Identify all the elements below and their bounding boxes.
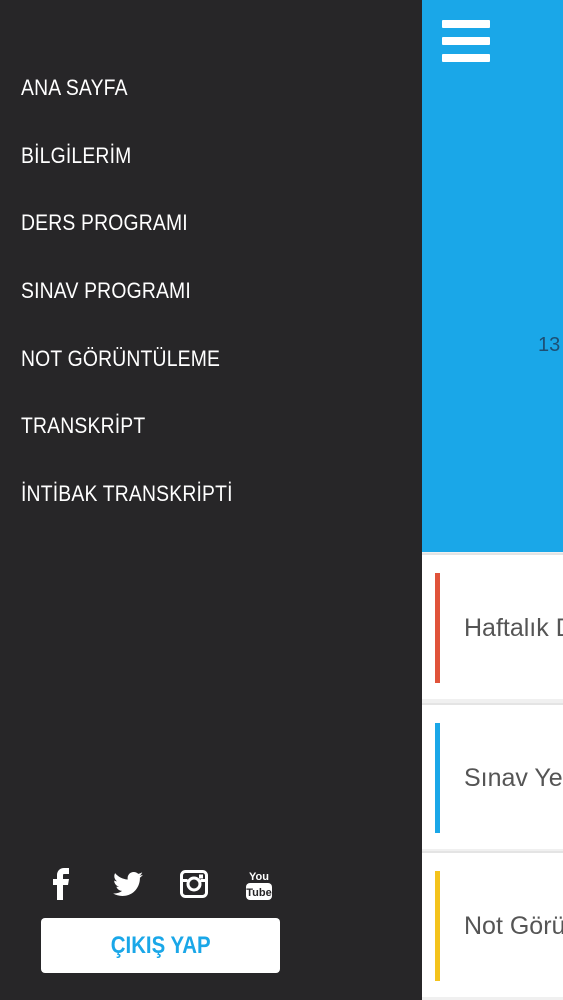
- card-accent-bar: [435, 723, 440, 833]
- logout-button-label: ÇIKIŞ YAP: [110, 931, 211, 959]
- twitter-icon[interactable]: [112, 864, 144, 904]
- card-label: Haftalık De: [464, 614, 563, 642]
- menu-item-grades[interactable]: NOT GÖRÜNTÜLEME: [21, 341, 233, 409]
- menu-item-course-schedule[interactable]: DERS PROGRAMI: [21, 205, 233, 273]
- menu-item-transcript[interactable]: TRANSKRİPT: [21, 408, 233, 476]
- card-exam-location[interactable]: Sınav Yeri: [422, 703, 563, 849]
- instagram-icon[interactable]: [179, 864, 209, 904]
- social-links: You Tube: [44, 864, 284, 904]
- hamburger-menu-icon[interactable]: [442, 20, 490, 62]
- card-accent-bar: [435, 871, 440, 981]
- card-label: Not Görün: [464, 912, 563, 940]
- hamburger-line: [442, 20, 490, 28]
- hamburger-line: [442, 37, 490, 45]
- facebook-icon[interactable]: [50, 864, 72, 904]
- youtube-text-tube: Tube: [246, 887, 271, 899]
- logout-button[interactable]: ÇIKIŞ YAP: [41, 918, 280, 973]
- menu-item-exam-schedule[interactable]: SINAV PROGRAMI: [21, 273, 233, 341]
- main-content: 13 Haftalık De Sınav Yeri Not Görün: [422, 0, 563, 1000]
- menu-item-intibak-transcript[interactable]: İNTİBAK TRANSKRİPTİ: [21, 476, 233, 544]
- card-weekly-schedule[interactable]: Haftalık De: [422, 553, 563, 699]
- youtube-icon[interactable]: You Tube: [244, 864, 274, 904]
- card-label: Sınav Yeri: [464, 764, 563, 792]
- header-banner: 13: [422, 0, 563, 552]
- hamburger-line: [442, 54, 490, 62]
- navigation-drawer: ANA SAYFA BİLGİLERİM DERS PROGRAMI SINAV…: [0, 0, 422, 1000]
- date-fragment: 13: [538, 334, 561, 356]
- menu-item-home[interactable]: ANA SAYFA: [21, 70, 233, 138]
- menu-item-my-info[interactable]: BİLGİLERİM: [21, 138, 233, 206]
- youtube-text-you: You: [249, 871, 269, 883]
- card-accent-bar: [435, 573, 440, 683]
- card-grade-view[interactable]: Not Görün: [422, 851, 563, 997]
- drawer-menu: ANA SAYFA BİLGİLERİM DERS PROGRAMI SINAV…: [21, 70, 262, 544]
